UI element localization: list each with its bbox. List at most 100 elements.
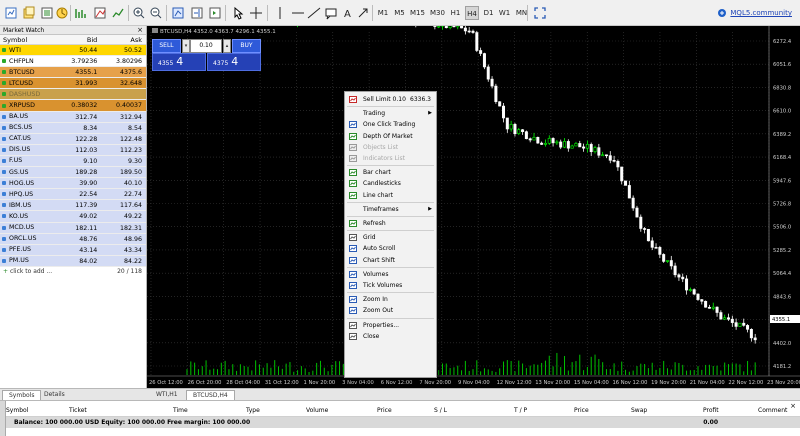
menu-item-properties[interactable]: Properties... — [345, 320, 436, 331]
market-watch-row[interactable]: HOG.US 39.90 40.10 — [0, 178, 146, 190]
text-icon[interactable]: A — [340, 5, 356, 21]
terminal-col-volume[interactable]: Volume — [306, 405, 328, 417]
tab-chart-btcusd[interactable]: BTCUSD,H4 — [186, 390, 235, 400]
market-watch-row[interactable]: KO.US 49.02 49.22 — [0, 211, 146, 223]
menu-item-auto-scroll[interactable]: Auto Scroll — [345, 243, 436, 254]
header-bid[interactable]: Bid — [55, 35, 101, 44]
terminal-col-comment[interactable]: Comment — [758, 405, 787, 417]
cursor-icon[interactable] — [230, 5, 246, 21]
menu-item-one-click-trading[interactable]: One Click Trading — [345, 119, 436, 130]
timeframe-mn[interactable]: MN — [514, 6, 529, 20]
market-watch-row[interactable]: PFE.US 43.14 43.34 — [0, 244, 146, 256]
market-watch-row[interactable]: F.US 9.10 9.30 — [0, 155, 146, 168]
profiles-icon[interactable] — [21, 5, 37, 21]
menu-item-volumes[interactable]: Volumes — [345, 269, 436, 280]
market-watch-row[interactable]: GS.US 189.28 189.50 — [0, 167, 146, 179]
market-watch-row[interactable]: XRPUSD 0.38032 0.40037 — [0, 100, 146, 112]
timeframe-m1[interactable]: M1 — [376, 6, 390, 20]
terminal-col-tp[interactable]: T / P — [514, 405, 527, 417]
terminal-col-profit[interactable]: Profit — [703, 405, 719, 417]
lot-increase-button[interactable]: ▴ — [223, 39, 231, 53]
tab-symbols[interactable]: Symbols — [2, 390, 42, 400]
market-watch-row[interactable]: ORCL.US 48.76 48.96 — [0, 233, 146, 245]
tile-windows-icon[interactable] — [170, 5, 186, 21]
buy-button[interactable]: BUY — [232, 39, 261, 53]
market-watch-add-row[interactable]: + click to add ... 20 / 118 — [0, 267, 146, 277]
sell-button[interactable]: SELL — [152, 39, 181, 53]
market-watch-row[interactable]: DIS.US 112.03 112.23 — [0, 144, 146, 156]
terminal-col-time[interactable]: Time — [173, 405, 188, 417]
market-watch-row[interactable]: CHFPLN 3.79236 3.80296 — [0, 56, 146, 68]
price-chart[interactable]: 6272.4 6051.6 6830.8 6610.0 6389.2 6168.4 5947… — [147, 26, 800, 388]
menu-item-close[interactable]: Close — [345, 331, 436, 342]
new-chart-icon[interactable] — [3, 5, 19, 21]
menu-item-depth-of-market[interactable]: Depth Of Market — [345, 131, 436, 142]
timeframe-h4[interactable]: H4 — [465, 6, 479, 20]
terminal-close-icon[interactable]: × — [790, 402, 796, 410]
market-watch-row[interactable]: BTCUSD 4355.1 4375.6 — [0, 67, 146, 79]
menu-item-zoom-in[interactable]: Zoom In — [345, 294, 436, 305]
indicators-icon[interactable] — [73, 5, 89, 21]
tab-details[interactable]: Details — [38, 390, 71, 400]
menu-item-grid[interactable]: Grid — [345, 232, 436, 243]
market-watch-row[interactable]: MCD.US 182.11 182.31 — [0, 222, 146, 234]
lot-size-input[interactable]: 0.10 — [190, 39, 222, 53]
tab-chart-wti[interactable]: WTI,H1 — [150, 390, 184, 400]
terminal-col-type[interactable]: Type — [246, 405, 260, 417]
vertical-line-icon[interactable] — [272, 5, 288, 21]
timeframe-m5[interactable]: M5 — [393, 6, 406, 20]
lot-decrease-button[interactable]: ▾ — [182, 39, 190, 53]
timeframe-h1[interactable]: H1 — [449, 6, 462, 20]
menu-item-sell-limit-0-10[interactable]: Sell Limit 0.10 6336.3 — [345, 94, 436, 105]
market-watch-row[interactable]: CAT.US 122.28 122.48 — [0, 133, 146, 145]
menu-item-trading[interactable]: Trading ▶ — [345, 108, 436, 119]
sell-price[interactable]: 4355 4 — [152, 53, 206, 71]
timeframe-m15[interactable]: M15 — [409, 6, 426, 20]
market-watch-icon[interactable] — [39, 5, 55, 21]
market-watch-row[interactable]: WTI 50.44 50.52 — [0, 45, 146, 57]
auto-scroll-icon[interactable] — [207, 5, 223, 21]
trendline-icon[interactable] — [306, 5, 322, 21]
line-chart-icon[interactable] — [110, 5, 126, 21]
menu-item-chart-shift[interactable]: Chart Shift — [345, 255, 436, 266]
header-ask[interactable]: Ask — [100, 35, 146, 44]
chart-shift-icon[interactable] — [189, 5, 205, 21]
buy-price[interactable]: 4375 4 — [207, 53, 261, 71]
terminal-col-swap[interactable]: Swap — [631, 405, 647, 417]
timeframe-m30[interactable]: M30 — [429, 6, 446, 20]
zoom-in-icon[interactable] — [131, 5, 147, 21]
terminal-col-symbol[interactable]: Symbol — [6, 405, 28, 417]
terminal-col-ticket[interactable]: Ticket — [69, 405, 87, 417]
menu-item-indicators-list[interactable]: Indicators List — [345, 153, 436, 164]
add-symbol-label[interactable]: + click to add ... — [3, 267, 52, 277]
menu-item-bar-chart[interactable]: Bar chart — [345, 167, 436, 178]
zoom-out-icon[interactable] — [148, 5, 164, 21]
crosshair-icon[interactable] — [248, 5, 264, 21]
objects-icon[interactable] — [92, 5, 108, 21]
menu-item-timeframes[interactable]: Timeframes ▶ — [345, 204, 436, 215]
chart-window[interactable]: 6272.4 6051.6 6830.8 6610.0 6389.2 6168.4 5947… — [147, 26, 800, 388]
menu-item-zoom-out[interactable]: Zoom Out — [345, 305, 436, 316]
header-symbol[interactable]: Symbol — [0, 35, 55, 44]
market-watch-close-icon[interactable]: × — [137, 26, 143, 35]
arrows-icon[interactable] — [355, 5, 371, 21]
menu-item-tick-volumes[interactable]: Tick Volumes — [345, 280, 436, 291]
market-watch-row[interactable]: BA.US 312.74 312.94 — [0, 111, 146, 123]
fullscreen-icon[interactable] — [532, 5, 548, 21]
market-watch-row[interactable]: IBM.US 117.39 117.64 — [0, 200, 146, 212]
menu-item-objects-list[interactable]: Objects List — [345, 142, 436, 153]
market-watch-row[interactable]: DASHUSD — [0, 89, 146, 101]
text-label-icon[interactable] — [323, 5, 339, 21]
menu-item-candlesticks[interactable]: Candlesticks — [345, 178, 436, 189]
horizontal-line-icon[interactable] — [290, 5, 306, 21]
navigator-icon[interactable] — [54, 5, 70, 21]
market-watch-row[interactable]: HPQ.US 22.54 22.74 — [0, 189, 146, 201]
timeframe-w1[interactable]: W1 — [498, 6, 511, 20]
market-watch-row[interactable]: BCS.US 8.34 8.54 — [0, 122, 146, 134]
mql5-community-link[interactable]: MQL5.community — [717, 8, 792, 18]
market-watch-row[interactable]: LTCUSD 31.993 32.648 — [0, 78, 146, 90]
market-watch-row[interactable]: PM.US 84.02 84.22 — [0, 255, 146, 267]
timeframe-d1[interactable]: D1 — [482, 6, 495, 20]
menu-item-refresh[interactable]: Refresh — [345, 218, 436, 229]
terminal-col-sl[interactable]: S / L — [434, 405, 447, 417]
